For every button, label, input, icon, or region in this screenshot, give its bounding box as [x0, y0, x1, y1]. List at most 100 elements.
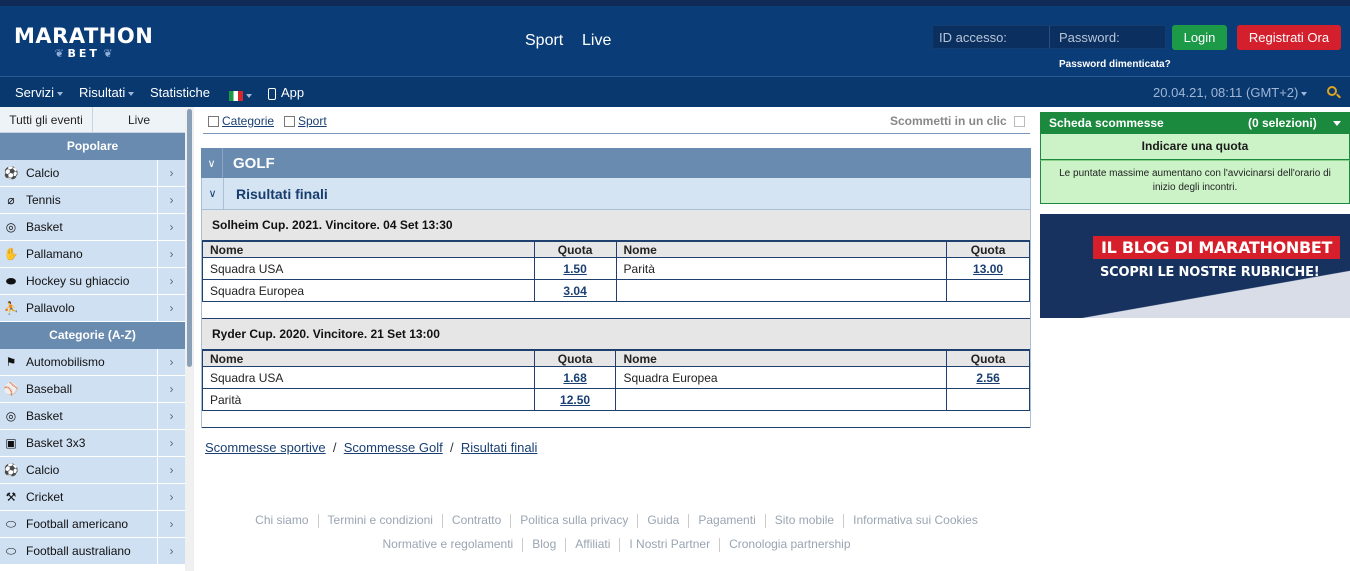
odds-cell[interactable]: 12.50: [533, 388, 617, 411]
chevron-right-icon[interactable]: ›: [157, 214, 185, 240]
footer-link[interactable]: Affiliati: [575, 537, 610, 551]
categories-heading: Categorie (A-Z): [0, 322, 185, 349]
odds-link[interactable]: 1.50: [563, 262, 586, 276]
chevron-right-icon[interactable]: ›: [157, 349, 185, 375]
chevron-right-icon[interactable]: ›: [157, 241, 185, 267]
chevron-right-icon[interactable]: ›: [157, 457, 185, 483]
sidebar-item-popular[interactable]: ✋ Pallamano ›: [0, 241, 185, 268]
breadcrumb-sport-bets[interactable]: Scommesse sportive: [205, 440, 326, 455]
chevron-right-icon[interactable]: ›: [157, 268, 185, 294]
col-name: Nome: [615, 350, 948, 367]
footer-link[interactable]: Informativa sui Cookies: [853, 513, 978, 527]
betslip-header[interactable]: Scheda scommesse (0 selezioni): [1040, 112, 1350, 134]
one-click-toggle[interactable]: Scommetti in un clic: [890, 114, 1028, 128]
chevron-down-icon[interactable]: ∨: [201, 148, 223, 178]
chevron-down-icon[interactable]: ∨: [202, 178, 224, 209]
section-header[interactable]: ∨ Risultati finali: [201, 178, 1031, 210]
logo[interactable]: MARATHON ❦ BET ❦: [14, 26, 153, 61]
sidebar-item-popular[interactable]: ⬬ Hockey su ghiaccio ›: [0, 268, 185, 295]
sidebar-item-categories[interactable]: ⬭ Football americano ›: [0, 511, 185, 538]
tab-all-events[interactable]: Tutti gli eventi: [0, 107, 93, 132]
language-selector[interactable]: [229, 87, 252, 102]
menu-servizi[interactable]: Servizi: [15, 85, 64, 100]
chevron-right-icon[interactable]: ›: [157, 538, 185, 564]
sidebar-item-categories[interactable]: ⚒ Cricket ›: [0, 484, 185, 511]
footer-divider: [843, 513, 845, 528]
odds-link[interactable]: 2.56: [976, 371, 999, 385]
footer-link[interactable]: Cronologia partnership: [729, 537, 850, 551]
login-id-field[interactable]: ID accesso:: [939, 30, 1007, 45]
login-button[interactable]: Login: [1172, 25, 1227, 50]
datetime-selector[interactable]: 20.04.21, 08:11 (GMT+2): [1153, 85, 1308, 100]
odds-link[interactable]: 12.50: [560, 393, 590, 407]
chevron-right-icon[interactable]: ›: [157, 295, 185, 321]
footer-link[interactable]: Contratto: [452, 513, 501, 527]
nav-sport[interactable]: Sport: [525, 32, 563, 50]
chevron-right-icon[interactable]: ›: [157, 430, 185, 456]
footer-link[interactable]: Pagamenti: [698, 513, 755, 527]
footer-links-row2: Normative e regolamenti Blog Affiliati I No…: [203, 537, 1030, 552]
footer-link[interactable]: Politica sulla privacy: [520, 513, 628, 527]
breadcrumb-golf-bets[interactable]: Scommesse Golf: [344, 440, 443, 455]
table-header: Nome Quota Nome Quota: [202, 241, 1030, 258]
footer-link[interactable]: Chi siamo: [255, 513, 308, 527]
odds-cell[interactable]: 3.04: [533, 279, 617, 302]
menu-app[interactable]: App: [268, 85, 304, 100]
scrollbar-thumb[interactable]: [187, 109, 192, 367]
sidebar-item-popular[interactable]: ⛹ Pallavolo ›: [0, 295, 185, 322]
sidebar-item-popular[interactable]: ⌀ Tennis ›: [0, 187, 185, 214]
nav-live[interactable]: Live: [582, 32, 611, 50]
odds-cell[interactable]: 2.56: [946, 366, 1030, 389]
register-button[interactable]: Registrati Ora: [1237, 25, 1341, 50]
filter-categorie[interactable]: Categorie: [208, 114, 274, 128]
search-icon[interactable]: [1327, 86, 1337, 96]
odds-link[interactable]: 1.68: [563, 371, 586, 385]
sidebar-item-categories[interactable]: ⚾ Baseball ›: [0, 376, 185, 403]
odds-cell[interactable]: 13.00: [946, 257, 1030, 280]
footer-link[interactable]: Blog: [532, 537, 556, 551]
blog-banner[interactable]: IL BLOG DI MARATHONBET SCOPRI LE NOSTRE …: [1040, 214, 1350, 318]
australian-football-icon: ⬭: [5, 543, 17, 558]
footer-link[interactable]: Guida: [647, 513, 679, 527]
checkbox-icon[interactable]: [284, 116, 295, 128]
login-password-field[interactable]: Password:: [1059, 30, 1120, 45]
forgot-password-link[interactable]: Password dimenticata?: [1059, 59, 1171, 70]
footer-link[interactable]: I Nostri Partner: [629, 537, 710, 551]
footer-link[interactable]: Sito mobile: [775, 513, 834, 527]
logo-line1: MARATHON: [14, 24, 154, 48]
sport-header[interactable]: ∨ GOLF: [201, 148, 1031, 178]
sidebar-item-categories[interactable]: ⬭ Football australiano ›: [0, 538, 185, 565]
chevron-right-icon[interactable]: ›: [157, 187, 185, 213]
menu-risultati[interactable]: Risultati: [79, 85, 135, 100]
menu-statistiche[interactable]: Statistiche: [150, 85, 210, 100]
breadcrumb: Scommesse sportive / Scommesse Golf / Ri…: [205, 440, 537, 455]
sidebar-item-popular[interactable]: ◎ Basket ›: [0, 214, 185, 241]
caret-down-icon[interactable]: [1333, 121, 1341, 126]
chevron-right-icon[interactable]: ›: [157, 160, 185, 186]
chevron-right-icon[interactable]: ›: [157, 511, 185, 537]
footer-divider: [619, 537, 621, 552]
footer-link[interactable]: Termini e condizioni: [328, 513, 433, 527]
sidebar-scrollbar[interactable]: [185, 107, 194, 571]
breadcrumb-final-results[interactable]: Risultati finali: [461, 440, 538, 455]
sidebar-item-categories[interactable]: ▣ Basket 3x3 ›: [0, 430, 185, 457]
odds-cell[interactable]: 1.50: [533, 257, 617, 280]
sidebar-item-popular[interactable]: ⚽ Calcio ›: [0, 160, 185, 187]
sidebar-item-categories[interactable]: ⚽ Calcio ›: [0, 457, 185, 484]
checkbox-icon[interactable]: [208, 116, 219, 128]
odds-link[interactable]: 13.00: [973, 262, 1003, 276]
sidebar-item-categories[interactable]: ◎ Basket ›: [0, 403, 185, 430]
filter-sport[interactable]: Sport: [284, 114, 327, 128]
odds-link[interactable]: 3.04: [563, 284, 586, 298]
footer-divider: [510, 513, 512, 528]
tab-live[interactable]: Live: [93, 107, 185, 132]
sidebar-item-categories[interactable]: ⚑ Automobilismo ›: [0, 349, 185, 376]
chevron-right-icon[interactable]: ›: [157, 376, 185, 402]
chevron-right-icon[interactable]: ›: [157, 403, 185, 429]
sidebar-item-label: Basket: [26, 220, 63, 234]
chevron-right-icon[interactable]: ›: [157, 484, 185, 510]
checkbox-icon[interactable]: [1013, 116, 1025, 128]
odds-cell[interactable]: 1.68: [533, 366, 617, 389]
footer-link[interactable]: Normative e regolamenti: [382, 537, 513, 551]
selection-name: Parità: [202, 388, 535, 411]
